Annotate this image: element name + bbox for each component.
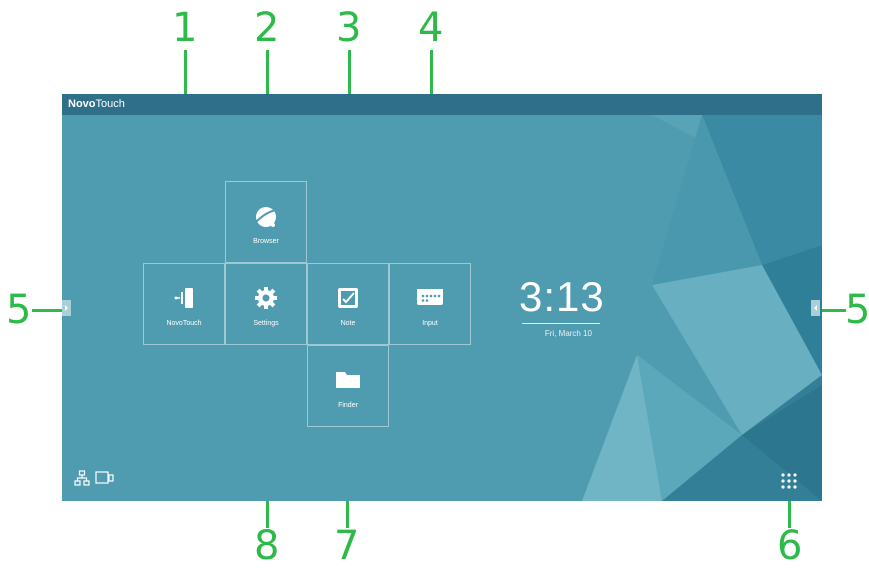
- input-source-icon: [390, 286, 470, 308]
- globe-icon: [226, 204, 306, 227]
- callout-8: 8: [254, 523, 280, 569]
- callout-4: 4: [418, 5, 444, 51]
- callout-1: 1: [172, 5, 198, 51]
- settings-label: Settings: [253, 320, 279, 327]
- callout-5-left: 5: [6, 287, 32, 333]
- app-grid-icon[interactable]: [780, 472, 798, 490]
- browser-tile[interactable]: Browser: [225, 181, 307, 263]
- screen-share-icon[interactable]: [95, 471, 115, 485]
- input-label: Input: [422, 320, 438, 327]
- right-toolbar-tab[interactable]: [811, 300, 820, 316]
- finder-label: Finder: [338, 402, 358, 409]
- brand-logo: NovoTouch: [68, 98, 125, 110]
- clock-time: 3:13: [519, 273, 605, 320]
- browser-label: Browser: [253, 238, 279, 245]
- folder-icon: [308, 368, 388, 390]
- callout-7: 7: [334, 523, 360, 569]
- callout-line-5-right: [822, 309, 846, 312]
- gear-icon: [226, 286, 306, 309]
- input-tile[interactable]: Input: [389, 263, 471, 345]
- network-icon[interactable]: [74, 470, 90, 486]
- novotouch-icon: [144, 286, 224, 308]
- novotouch-label: NovoTouch: [166, 320, 202, 327]
- callout-6: 6: [777, 523, 803, 569]
- callout-5-right: 5: [845, 287, 869, 333]
- note-icon: [308, 286, 388, 308]
- note-tile[interactable]: Note: [307, 263, 389, 345]
- home-screen: NovoTouch Browser NovoTouch Settings Not…: [62, 94, 822, 501]
- callout-3: 3: [336, 5, 362, 51]
- note-label: Note: [340, 320, 356, 327]
- left-toolbar-tab[interactable]: [62, 300, 71, 316]
- callout-line-5-left: [32, 309, 62, 312]
- top-bar: NovoTouch: [62, 94, 822, 115]
- novotouch-tile[interactable]: NovoTouch: [143, 263, 225, 345]
- clock-divider: [522, 323, 600, 324]
- callout-2: 2: [254, 5, 280, 51]
- finder-tile[interactable]: Finder: [307, 345, 389, 427]
- clock-date: Fri, March 10: [544, 329, 592, 338]
- settings-tile[interactable]: Settings: [225, 263, 307, 345]
